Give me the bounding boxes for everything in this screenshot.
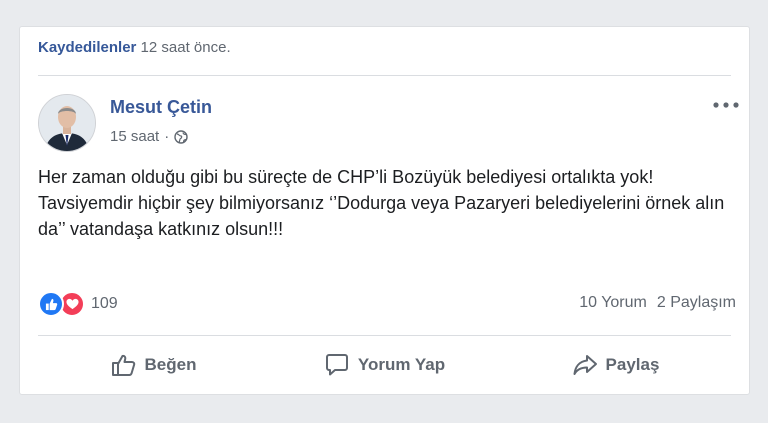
more-dots-icon xyxy=(713,102,739,108)
avatar[interactable] xyxy=(38,94,96,152)
comment-button[interactable]: Yorum Yap xyxy=(269,345,500,385)
meta-separator: · xyxy=(164,128,170,145)
saved-header: Kaydedilenler 12 saat önce. xyxy=(38,39,231,56)
share-button[interactable]: Paylaş xyxy=(500,345,731,385)
post-time[interactable]: 15 saat xyxy=(110,128,159,145)
post-meta: 15 saat · xyxy=(110,128,188,145)
share-label: Paylaş xyxy=(605,355,660,374)
reaction-count: 109 xyxy=(91,295,118,312)
post-text-line: Her zaman olduğu gibi bu süreçte de CHP’… xyxy=(38,167,654,187)
comment-bubble-icon xyxy=(325,354,348,376)
avatar-image xyxy=(39,95,95,151)
action-bar: Beğen Yorum Yap Paylaş xyxy=(38,345,731,385)
saved-time: 12 saat önce. xyxy=(140,39,231,56)
more-options-button[interactable] xyxy=(711,95,741,115)
actions-divider xyxy=(38,335,731,336)
author-name[interactable]: Mesut Çetin xyxy=(110,97,212,118)
post-text: Her zaman olduğu gibi bu süreçte de CHP’… xyxy=(38,164,728,242)
header-divider xyxy=(38,75,731,76)
like-button[interactable]: Beğen xyxy=(38,345,269,385)
like-icon xyxy=(38,291,64,317)
globe-icon[interactable] xyxy=(174,129,188,144)
post-text-line: Tavsiyemdir hiçbir şey bilmiyorsanız ‘’D… xyxy=(38,193,725,239)
thumbs-up-icon xyxy=(111,354,135,376)
reaction-summary[interactable]: 109 xyxy=(38,291,118,317)
comment-label: Yorum Yap xyxy=(357,355,446,374)
share-arrow-icon xyxy=(573,355,597,375)
like-label: Beğen xyxy=(144,355,197,374)
saved-link[interactable]: Kaydedilenler xyxy=(38,39,136,56)
shares-count[interactable]: 2 Paylaşım xyxy=(657,294,736,312)
post-card: Kaydedilenler 12 saat önce. Mesut Çetin … xyxy=(19,26,750,395)
comments-count[interactable]: 10 Yorum xyxy=(579,294,647,312)
engagement-stats: 10 Yorum 2 Paylaşım xyxy=(579,294,736,312)
